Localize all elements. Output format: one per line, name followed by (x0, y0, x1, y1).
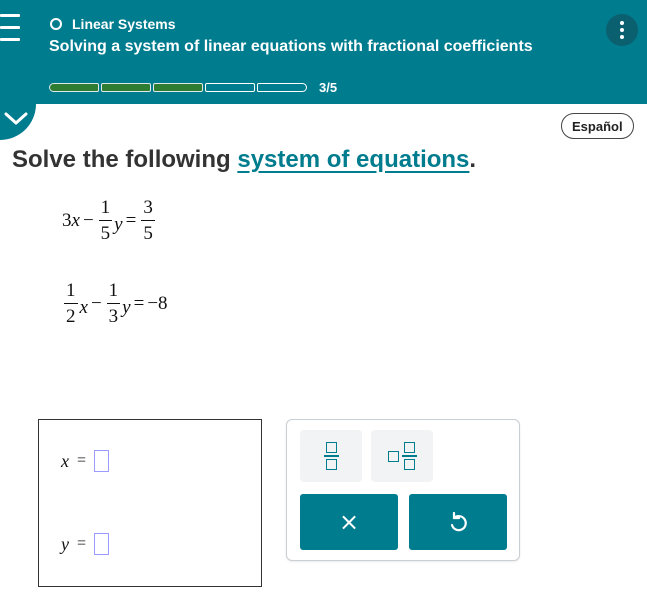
eq1-minus: − (82, 209, 94, 231)
eq1-rhs-num: 3 (141, 198, 155, 221)
clear-x-icon: × (338, 508, 360, 536)
eq2-equals: = (133, 292, 145, 314)
progress-segment-3 (153, 83, 203, 92)
clear-button[interactable]: × (300, 494, 398, 550)
undo-icon (450, 511, 467, 532)
answer-row-x: x = (61, 450, 110, 472)
equation-1: 3x − 1 5 y = 3 5 (62, 198, 157, 243)
question-prompt: Solve the following system of equations. (12, 146, 476, 174)
eq1-coef-x: 3 (62, 209, 72, 231)
eq1-frac-y-num: 1 (98, 198, 113, 221)
header: Linear Systems Solving a system of linea… (0, 0, 647, 104)
eq2-var-x: x (79, 296, 88, 318)
glossary-link[interactable]: system of equations (237, 146, 469, 173)
eq2-minus: − (90, 292, 102, 314)
answer-x-input[interactable] (94, 450, 110, 472)
fraction-icon (323, 440, 339, 472)
eq2-frac-x-den: 2 (66, 306, 76, 327)
topic-row: Linear Systems (50, 16, 176, 32)
progress-bar: 3/5 (49, 80, 337, 95)
topic-title: Linear Systems (72, 16, 176, 32)
eq1-equals: = (125, 209, 137, 231)
eq2-frac-y-num: 1 (106, 281, 121, 304)
eq1-frac-y-den: 5 (100, 223, 111, 244)
answer-x-label: x (61, 450, 69, 471)
mixed-number-button[interactable] (371, 430, 433, 482)
undo-button[interactable] (409, 494, 507, 550)
answer-y-equals: = (77, 535, 87, 552)
lesson-title: Solving a system of linear equations wit… (49, 38, 533, 55)
answer-y-label: y (61, 533, 69, 554)
eq1-rhs-fraction: 3 5 (141, 198, 155, 243)
eq2-frac-y-den: 3 (108, 306, 119, 327)
eq1-fraction-y: 1 5 (98, 198, 113, 244)
kebab-menu-icon[interactable] (606, 14, 638, 46)
mixed-number-icon (387, 440, 417, 472)
progress-segment-2 (101, 83, 151, 92)
math-keypad: × (286, 419, 520, 561)
answer-row-y: y = (61, 533, 110, 555)
prompt-text: Solve the following (12, 146, 238, 173)
eq2-frac-x-num: 1 (64, 281, 78, 304)
collapse-toggle[interactable] (0, 104, 36, 140)
chevron-down-icon (4, 112, 28, 125)
fraction-button[interactable] (300, 430, 362, 482)
answer-y-input[interactable] (94, 533, 110, 555)
language-button[interactable]: Español (561, 113, 634, 139)
answer-x-equals: = (77, 452, 87, 469)
eq2-fraction-y: 1 3 (106, 281, 121, 327)
eq2-rhs: −8 (147, 292, 168, 314)
menu-icon[interactable] (0, 14, 22, 44)
progress-segment-1 (49, 83, 99, 92)
progress-segment-4 (205, 83, 255, 92)
eq2-var-y: y (122, 296, 131, 318)
equation-2: 1 2 x − 1 3 y = −8 (62, 281, 168, 326)
progress-label: 3/5 (319, 80, 338, 95)
eq1-var-y: y (114, 213, 123, 235)
answer-panel: x = y = (38, 419, 262, 587)
eq1-var-x: x (71, 209, 80, 231)
eq1-rhs-den: 5 (143, 223, 153, 244)
progress-segment-5 (257, 83, 307, 92)
eq2-fraction-x: 1 2 (64, 281, 78, 326)
prompt-period: . (469, 146, 477, 173)
radio-circle-icon (50, 18, 62, 30)
